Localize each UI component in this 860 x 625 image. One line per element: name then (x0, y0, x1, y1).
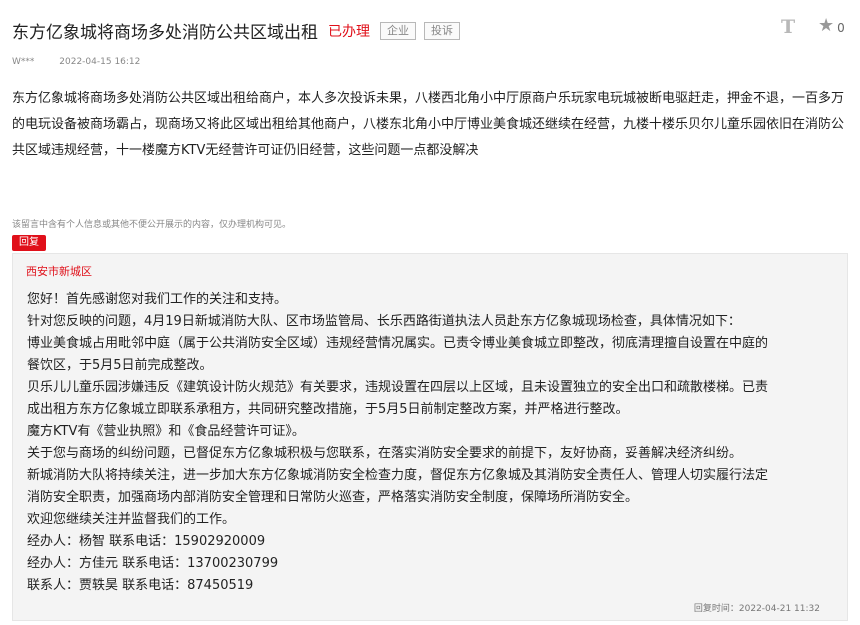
like-button[interactable]: ★ 0 (818, 15, 845, 36)
reply-line: 欢迎您继续关注并监督我们的工作。 (27, 512, 236, 527)
reply-line: 关于您与商场的纠纷问题，已督促东方亿象城积极与您联系，在落实消防安全要求的前提下… (27, 446, 743, 461)
reply-box: 西安市新城区 您好！首先感谢您对我们工作的关注和支持。 针对您反映的问题，4月1… (12, 253, 848, 621)
reply-line: 您好！首先感谢您对我们工作的关注和支持。 (27, 292, 288, 307)
post-time: 2022-04-15 16:12 (59, 57, 141, 67)
reply-line: 经办人：方佳元 联系电话：13700230799 (27, 556, 279, 571)
category-tag-complaint[interactable]: 投诉 (424, 21, 460, 40)
reply-line: 针对您反映的问题，4月19日新城消防大队、区市场监管局、长乐西路街道执法人员赴东… (27, 314, 741, 329)
reply-line: 经办人：杨智 联系电话：15902920009 (27, 534, 266, 549)
message-content: 东方亿象城将商场多处消防公共区域出租给商户，本人多次投诉未果，八楼西北角小中厅原… (12, 91, 845, 158)
post-meta: W*** 2022-04-15 16:12 (12, 57, 140, 67)
reply-badge: 回复 (12, 235, 46, 251)
reply-line: 餐饮区，于5月5日前完成整改。 (27, 358, 213, 373)
like-count: 0 (837, 20, 845, 35)
reply-line: 联系人：贾轶昊 联系电话：87450519 (27, 578, 254, 593)
reply-line: 博业美食城占用毗邻中庭（属于公共消防安全区域）违规经营情况属实。已责令博业美食城… (27, 336, 769, 351)
author-name: W*** (12, 57, 35, 67)
reply-time: 回复时间：2022-04-21 11:32 (693, 604, 820, 614)
reply-content: 您好！首先感谢您对我们工作的关注和支持。 针对您反映的问题，4月19日新城消防大… (27, 289, 837, 597)
privacy-notice: 该留言中含有个人信息或其他不便公开展示的内容，仅办理机构可见。 (12, 220, 292, 230)
reply-line: 魔方KTV有《营业执照》和《食品经营许可证》。 (27, 424, 305, 439)
reply-line: 贝乐儿儿童乐园涉嫌违反《建筑设计防火规范》有关要求，违规设置在四层以上区域，且未… (27, 380, 769, 395)
font-size-icon[interactable]: T (781, 16, 795, 38)
star-icon: ★ (818, 15, 835, 36)
status-badge: 已办理 (328, 23, 370, 40)
category-tag-enterprise[interactable]: 企业 (380, 21, 416, 40)
title-row: 东方亿象城将商场多处消防公共区域出租 已办理 企业 投诉 (12, 18, 460, 43)
reply-line: 成出租方东方亿象城立即联系承租方，共同研究整改措施，于5月5日前制定整改方案，并… (27, 402, 629, 417)
reply-department: 西安市新城区 (26, 265, 92, 278)
reply-line: 消防安全职责，加强商场内部消防安全管理和日常防火巡查，严格落实消防安全制度，保障… (27, 490, 639, 505)
reply-line: 新城消防大队将持续关注，进一步加大东方亿象城消防安全检查力度，督促东方亿象城及其… (27, 468, 769, 483)
page-title: 东方亿象城将商场多处消防公共区域出租 (12, 23, 318, 43)
